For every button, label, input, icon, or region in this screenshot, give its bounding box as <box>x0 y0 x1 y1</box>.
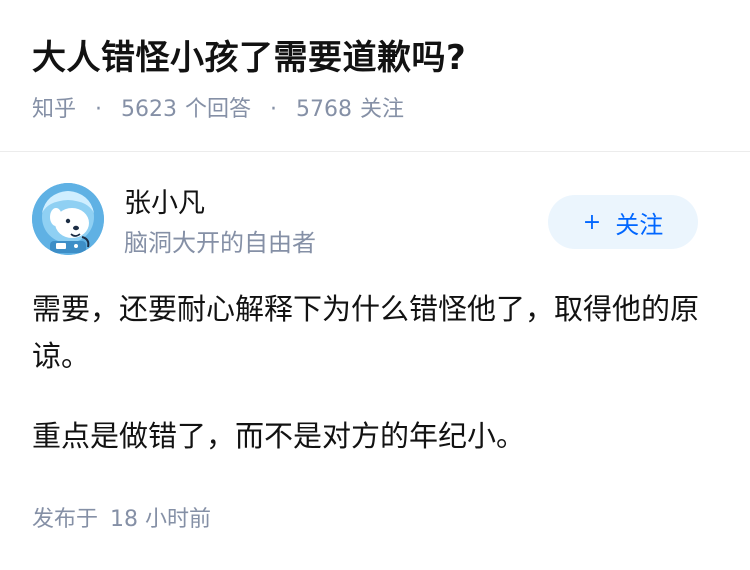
dog-astronaut-avatar-icon <box>32 183 104 255</box>
follower-count: 5768 <box>296 97 353 122</box>
answer-count-label: 个回答 <box>185 97 252 122</box>
follow-button-label: 关注 <box>615 210 664 239</box>
meta-separator: · <box>270 97 278 122</box>
meta-separator: · <box>95 97 103 122</box>
publish-label: 发布于 <box>32 507 99 532</box>
question-header: 大人错怪小孩了需要道歉吗? 知乎 · 5623 个回答 · 5768 关注 <box>0 0 750 152</box>
plus-icon: + <box>582 209 602 235</box>
publish-time: 发布于 18 小时前 <box>32 503 211 537</box>
question-title[interactable]: 大人错怪小孩了需要道歉吗? <box>32 33 466 83</box>
author-name[interactable]: 张小凡 <box>124 185 205 223</box>
author-bio: 脑洞大开的自由者 <box>124 229 316 257</box>
question-meta: 知乎 · 5623 个回答 · 5768 关注 <box>32 93 404 127</box>
follow-button[interactable]: + 关注 <box>548 195 698 249</box>
answer-paragraph: 需要，还要耐心解释下为什么错怪他了，取得他的原谅。 <box>32 292 700 373</box>
publish-time-value: 18 小时前 <box>110 507 212 532</box>
source-label[interactable]: 知乎 <box>32 97 76 122</box>
follower-count-label: 关注 <box>360 97 405 122</box>
avatar[interactable] <box>32 183 104 255</box>
answer-page: 大人错怪小孩了需要道歉吗? 知乎 · 5623 个回答 · 5768 关注 张小凡 … <box>0 0 750 570</box>
answer-paragraph: 重点是做错了，而不是对方的年纪小。 <box>32 419 526 453</box>
answer-count: 5623 <box>121 97 178 122</box>
answer-content: 需要，还要耐心解释下为什么错怪他了，取得他的原谅。 重点是做错了，而不是对方的年… <box>32 286 722 493</box>
